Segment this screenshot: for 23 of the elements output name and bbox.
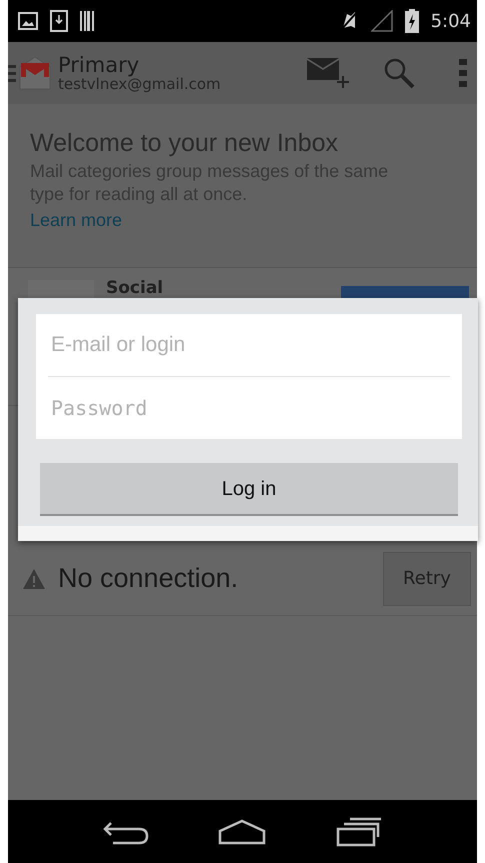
learn-more-link[interactable]: Learn more <box>30 210 122 230</box>
login-button[interactable]: Log in <box>40 463 458 516</box>
barcode-icon <box>80 11 96 31</box>
signal-icon <box>370 10 393 32</box>
retry-button[interactable]: Retry <box>383 552 471 606</box>
welcome-title: Welcome to your new Inbox <box>30 128 340 158</box>
password-field[interactable]: Password <box>36 377 462 439</box>
battery-icon <box>404 9 419 33</box>
search-icon[interactable] <box>383 57 415 89</box>
recents-icon[interactable] <box>336 816 382 846</box>
email-field[interactable]: E-mail or login <box>36 314 462 376</box>
menu-icon[interactable] <box>8 63 16 83</box>
clock-time: 5:04 <box>430 10 471 34</box>
image-icon <box>18 12 38 30</box>
overflow-menu-icon[interactable] <box>459 59 467 87</box>
mail-app-icon[interactable] <box>18 55 52 91</box>
category-label: Social <box>106 280 164 297</box>
home-icon[interactable] <box>218 818 266 844</box>
error-message: No connection. <box>58 562 238 596</box>
inbox-title: Primary <box>58 54 140 76</box>
download-icon <box>50 10 68 32</box>
compose-icon[interactable] <box>307 58 349 88</box>
warning-icon <box>22 568 46 590</box>
